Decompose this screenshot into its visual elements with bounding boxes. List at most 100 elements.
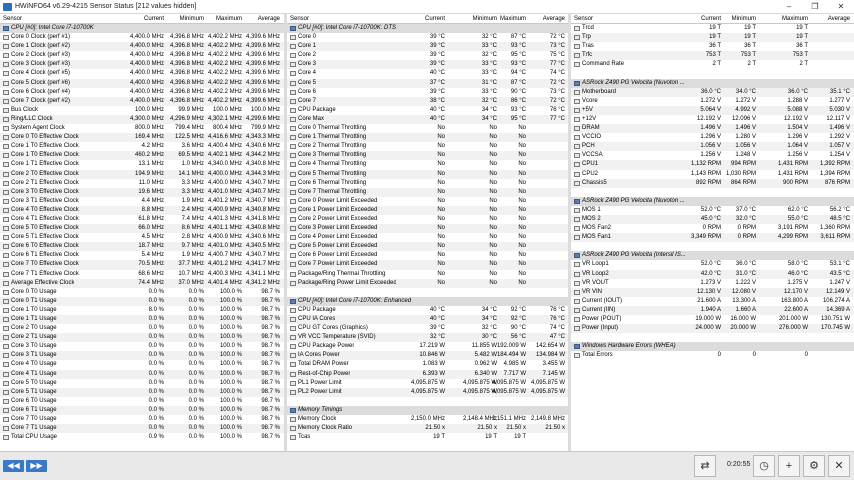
sensor-row[interactable]: Core 4 Power Limit Exceeded No No No — [287, 233, 568, 242]
sensor-row[interactable]: VCCIO 1.296 V 1.280 V 1.296 V 1.292 V — [571, 133, 854, 142]
sensor-row[interactable]: Core 7 38 °C 32 °C 86 °C 72 °C — [287, 96, 568, 106]
column-header-sensor[interactable]: Sensor — [574, 16, 593, 22]
sensor-row[interactable]: Core 0 Clock (perf #1) 4,400.0 MHz 4,396.8… — [0, 33, 284, 42]
sensor-row[interactable]: Memory Clock 2,150.0 MHz 2,148.4 MHz 2,151.… — [287, 415, 568, 424]
sensor-row[interactable]: Trp 19 T 19 T 19 T — [571, 33, 854, 43]
settings-icon[interactable]: ⚙ — [803, 455, 825, 477]
sensor-row[interactable]: Core 4 T1 Usage 0.0 % 0.0 % 100.0 % 98.7 % — [0, 369, 284, 379]
sensor-row[interactable]: Command Rate 2 T2 T2 T — [571, 60, 854, 69]
sensor-row[interactable]: Tras 36 T 36 T 36 T — [571, 42, 854, 51]
sensor-row[interactable]: Core 2 T1 Usage 0.0 % 0.0 % 100.0 % 98.7 % — [0, 333, 284, 343]
sensor-row[interactable]: Core 2 39 °C 32 °C 95 °C 75 °C — [287, 51, 568, 60]
sensor-row[interactable]: Total CPU Usage 0.9 % 0.0 % 100.0 % 98.7 % — [0, 433, 284, 442]
sensor-row[interactable]: Core 5 T0 Effective Clock 66.0 MHz 8.6 MHz… — [0, 224, 284, 234]
sensor-row[interactable]: Total Errors 0 0 0 — [571, 351, 854, 360]
sensor-row[interactable]: Core 5 T0 Usage 0.0 % 0.0 % 100.0 % 98.7 % — [0, 379, 284, 388]
close-icon[interactable]: ✕ — [828, 455, 850, 477]
sensor-row[interactable]: Core 5 Thermal Throttling No No No — [287, 169, 568, 179]
column-header-average[interactable]: Average — [517, 16, 565, 22]
sensor-row[interactable]: Core 3 39 °C 33 °C 93 °C 77 °C — [287, 60, 568, 70]
sensor-row[interactable]: Core 2 Thermal Throttling No No No — [287, 142, 568, 151]
sensor-row[interactable]: Core 3 T1 Usage 0.0 % 0.0 % 100.0 % 98.7 % — [0, 351, 284, 361]
sensor-row[interactable]: Core 0 Power Limit Exceeded No No No — [287, 197, 568, 206]
network-icon[interactable]: ⇄ — [694, 455, 716, 477]
sensor-row[interactable]: DRAM 1.496 V 1.496 V 1.504 V 1.496 V — [571, 124, 854, 134]
sensor-row[interactable]: Core 4 T0 Effective Clock 8.8 MHz 2.4 MHz 4… — [0, 205, 284, 215]
sensor-row[interactable]: PL1 Power Limit 4,095.875 W 4,095.875 W 4,0… — [287, 379, 568, 388]
sensor-row[interactable]: VR VCC Temperature (SVID) 32 °C 30 °C 56 °C… — [287, 333, 568, 343]
sensor-row[interactable]: Chassis5 892 RPM 864 RPM 900 RPM 876 RPM — [571, 178, 854, 188]
sensor-row[interactable]: MOS Fan2 0 RPM 0 RPM 3,191 RPM 1,360 RPM — [571, 224, 854, 233]
sensor-row[interactable]: Ring/LLC Clock 4,300.0 MHz 4,296.9 MHz 4,30… — [0, 114, 284, 125]
sensor-row[interactable]: Vcore 1.272 V 1.272 V 1.288 V 1.277 V — [571, 97, 854, 106]
sensor-row[interactable]: Total DRAM Power 1.083 W 0.962 W 4.985 W 3.4… — [287, 360, 568, 369]
sensor-row[interactable]: Core 3 Clock (perf #3) 4,400.0 MHz 4,396.8… — [0, 60, 284, 70]
sensor-row[interactable]: Core 6 Thermal Throttling No No No — [287, 179, 568, 188]
sensor-row[interactable]: Core 7 Clock (perf #2) 4,400.0 MHz 4,396.8… — [0, 96, 284, 106]
sensor-group-header[interactable]: ASRock Z490 PG Velocita (Nuvoton ... — [571, 78, 854, 88]
sensor-row[interactable]: Core 1 39 °C 33 °C 93 °C 73 °C — [287, 42, 568, 52]
sensor-row[interactable]: Core 2 T1 Effective Clock 11.0 MHz 3.3 MHz… — [0, 179, 284, 188]
sensor-row[interactable]: Motherboard 36.0 °C 34.0 °C 36.0 °C 35.1 °C — [571, 87, 854, 97]
sensor-pane-2[interactable]: Sensor Current Minimum Maximum Average CPU [#… — [287, 14, 568, 451]
sensor-row[interactable]: Core 0 T0 Effective Clock 169.4 MHz 122.5 … — [0, 133, 284, 143]
sensor-row[interactable]: Core 6 T0 Effective Clock 18.7 MHz 9.7 MHz… — [0, 242, 284, 252]
sensor-row[interactable]: Core 7 T1 Effective Clock 68.6 MHz 10.7 MH… — [0, 270, 284, 279]
sensor-row[interactable]: Core 7 T0 Usage 0.0 % 0.0 % 100.0 % 98.7 % — [0, 415, 284, 424]
sensor-row[interactable]: Core 6 T0 Usage 0.0 % 0.0 % 100.0 % 98.7 % — [0, 397, 284, 406]
sensor-row[interactable]: Core 7 T0 Effective Clock 70.5 MHz 37.7 MH… — [0, 260, 284, 270]
sensor-group-header[interactable]: CPU [#0]: Intel Core i7-10700K: Enhanced — [287, 296, 568, 306]
sensor-row[interactable]: Core 7 T1 Usage 0.0 % 0.0 % 100.0 % 98.7 % — [0, 424, 284, 434]
sensor-row[interactable]: Average Effective Clock 74.4 MHz 37.0 MHz 4… — [0, 278, 284, 288]
sensor-group-header[interactable]: CPU [#0]: Intel Core i7-10700K — [0, 24, 284, 34]
sensor-row[interactable]: Current (IOUT) 21.600 A 13.300 A 163.800 A1… — [571, 297, 854, 306]
sensor-pane-3[interactable]: Sensor Current Minimum Maximum Average Trcd 19… — [571, 14, 854, 451]
sensor-row[interactable]: Core 5 Clock (perf #6) 4,400.0 MHz 4,396.8… — [0, 78, 284, 88]
sensor-row[interactable]: Power (POUT) 19.000 W 16.000 W 201.000 W 130… — [571, 315, 854, 324]
sensor-group-header[interactable]: ASRock Z490 PG Velocita (Nuvoton ... — [571, 196, 854, 206]
sensor-row[interactable]: CPU1 1,132 RPM 994 RPM 1,431 RPM 1,392 RPM — [571, 160, 854, 170]
sensor-row[interactable]: Core 0 T1 Usage 0.0 % 0.0 % 100.0 % 98.7 % — [0, 296, 284, 306]
minimize-button[interactable]: – — [776, 0, 802, 13]
sensor-row[interactable]: Core 1 T1 Usage 0.0 % 0.0 % 100.0 % 98.7 % — [0, 315, 284, 325]
sensor-row[interactable]: Core 6 Power Limit Exceeded No No No — [287, 251, 568, 260]
sensor-row[interactable]: Core 1 Clock (perf #2) 4,400.0 MHz 4,396.8… — [0, 42, 284, 52]
sensor-row[interactable]: VR VIN 12.130 V 12.080 V 12.170 V 12.149 V — [571, 287, 854, 297]
sensor-row[interactable]: Core 6 Clock (perf #4) 4,400.0 MHz 4,396.8… — [0, 88, 284, 97]
sensor-row[interactable]: Core 6 T1 Effective Clock 5.4 MHz 1.9 MHz 4… — [0, 251, 284, 260]
sensor-row[interactable]: Trfc 753 T 753 T 753 T — [571, 51, 854, 61]
sensor-row[interactable]: Core 5 Power Limit Exceeded No No No — [287, 242, 568, 252]
sensor-row[interactable]: Core 2 Clock (perf #3) 4,400.0 MHz 4,396.8… — [0, 51, 284, 60]
sensor-row[interactable]: CPU GT Cores (Graphics) 39 °C 32 °C 90 °C 74… — [287, 324, 568, 333]
sensor-row[interactable]: CPU Package 40 °C 34 °C 92 °C 76 °C — [287, 306, 568, 315]
column-header-current[interactable]: Current — [397, 16, 445, 22]
sensor-row[interactable]: Core 3 T1 Effective Clock 4.4 MHz 1.9 MHz 4… — [0, 197, 284, 206]
sensor-row[interactable]: Core 4 40 °C 33 °C 94 °C 74 °C — [287, 69, 568, 78]
sensor-row[interactable]: Core 4 Thermal Throttling No No No — [287, 160, 568, 169]
sensor-row[interactable]: Core 0 T0 Usage 0.0 % 0.0 % 100.0 % 98.7 % — [0, 288, 284, 297]
sensor-row[interactable]: Tcas 19 T 19 T 19 T — [287, 433, 568, 442]
sensor-row[interactable]: Core 3 Thermal Throttling No No No — [287, 151, 568, 161]
nav-left-button[interactable]: ◀◀ — [3, 460, 24, 472]
sensor-row[interactable]: Core 2 T0 Usage 0.0 % 0.0 % 100.0 % 98.7 % — [0, 324, 284, 333]
sensor-group-header[interactable]: CPU [#0]: Intel Core i7-10700K: DTS — [287, 24, 568, 34]
sensor-row[interactable]: Core 2 Power Limit Exceeded No No No — [287, 215, 568, 224]
column-header-average[interactable]: Average — [802, 16, 850, 22]
sensor-row[interactable]: CPU2 1,143 RPM 1,030 RPM 1,431 RPM 1,394 RPM — [571, 170, 854, 179]
add-icon[interactable]: + — [778, 455, 800, 477]
column-header-maximum[interactable]: Maximum — [760, 16, 808, 22]
sensor-row[interactable]: Core 6 39 °C 33 °C 90 °C 73 °C — [287, 88, 568, 97]
sensor-row[interactable]: Core 4 T1 Effective Clock 61.8 MHz 7.4 MHz… — [0, 215, 284, 224]
sensor-row[interactable]: Core 5 T1 Effective Clock 4.5 MHz 2.8 MHz 4… — [0, 233, 284, 242]
sensor-row[interactable]: PCH 1.056 V 1.056 V 1.064 V 1.057 V — [571, 142, 854, 152]
sensor-row[interactable]: Current (IIN) 1.940 A 1.660 A 22.600 A 14.36… — [571, 305, 854, 315]
sensor-row[interactable]: VCCSA 1.256 V 1.248 V 1.256 V 1.254 V — [571, 151, 854, 160]
sensor-row[interactable]: CPU Package 40 °C 34 °C 93 °C 76 °C — [287, 106, 568, 115]
column-header-sensor[interactable]: Sensor — [3, 16, 22, 22]
sensor-row[interactable]: Core 7 Thermal Throttling No No No — [287, 187, 568, 197]
sensor-row[interactable]: Core 1 Thermal Throttling No No No — [287, 133, 568, 143]
sensor-row[interactable]: Core 0 Thermal Throttling No No No — [287, 124, 568, 133]
sensor-row[interactable]: Core 1 T0 Usage 8.0 % 0.0 % 100.0 % 98.7 % — [0, 306, 284, 315]
sensor-row[interactable]: Core 5 T1 Usage 0.0 % 0.0 % 100.0 % 98.7 % — [0, 387, 284, 397]
maximize-button[interactable]: ❐ — [802, 0, 828, 13]
